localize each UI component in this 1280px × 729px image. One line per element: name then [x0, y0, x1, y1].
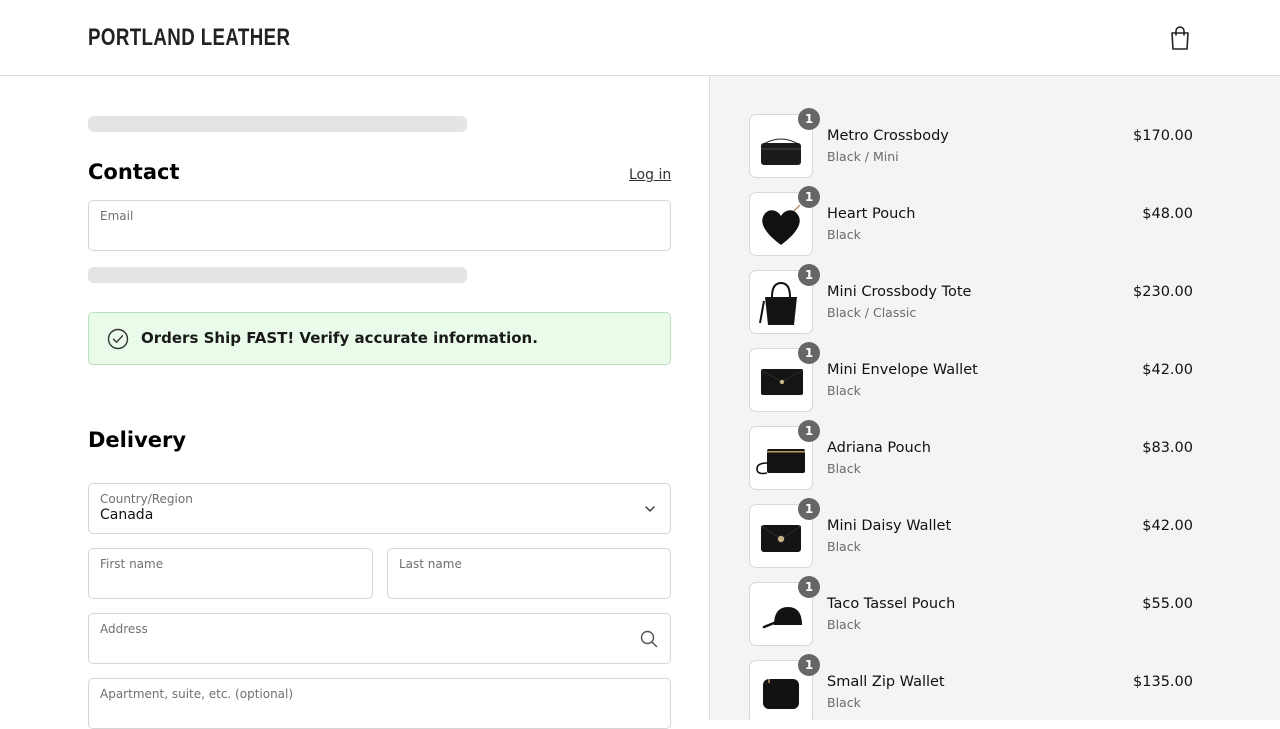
order-item: 1 Mini Daisy Wallet Black $42.00 — [749, 498, 1193, 568]
first-name-label: First name — [100, 557, 164, 571]
item-price: $230.00 — [1133, 284, 1193, 300]
item-price: $48.00 — [1142, 206, 1193, 222]
email-label: Email — [100, 209, 134, 223]
product-image: 1 — [749, 420, 820, 490]
apartment-label: Apartment, suite, etc. (optional) — [100, 687, 294, 701]
quantity-badge: 1 — [798, 498, 820, 520]
first-name-field[interactable]: First name — [88, 548, 373, 599]
item-variant: Black — [827, 617, 861, 632]
item-price: $170.00 — [1133, 128, 1193, 144]
express-checkout-placeholder — [88, 116, 467, 132]
item-name: Heart Pouch — [827, 206, 916, 222]
apartment-field[interactable]: Apartment, suite, etc. (optional) — [88, 678, 671, 729]
order-item: 1 Adriana Pouch Black $83.00 — [749, 420, 1193, 490]
chevron-down-icon — [645, 506, 655, 512]
quantity-badge: 1 — [798, 576, 820, 598]
quantity-badge: 1 — [798, 186, 820, 208]
loading-placeholder — [88, 267, 467, 283]
quantity-badge: 1 — [798, 654, 820, 676]
product-image: 1 — [749, 576, 820, 646]
login-link[interactable]: Log in — [629, 167, 671, 183]
order-item: 1 Small Zip Wallet Black $135.00 — [749, 654, 1193, 720]
country-label: Country/Region — [100, 492, 193, 506]
item-variant: Black — [827, 695, 861, 710]
item-variant: Black / Classic — [827, 305, 917, 320]
country-select[interactable]: Country/Region Canada — [88, 483, 671, 534]
order-item: 1 Heart Pouch Black $48.00 — [749, 186, 1193, 256]
delivery-heading: Delivery — [88, 428, 187, 452]
contact-heading: Contact — [88, 160, 180, 184]
shipping-notice: Orders Ship FAST! Verify accurate inform… — [88, 312, 671, 365]
product-image: 1 — [749, 342, 820, 412]
item-variant: Black — [827, 227, 861, 242]
order-item: 1 Taco Tassel Pouch Black $55.00 — [749, 576, 1193, 646]
quantity-badge: 1 — [798, 342, 820, 364]
product-image: 1 — [749, 654, 820, 720]
last-name-label: Last name — [399, 557, 462, 571]
address-label: Address — [100, 622, 148, 636]
product-image: 1 — [749, 108, 820, 178]
order-item: 1 Mini Crossbody Tote Black / Classic $2… — [749, 264, 1193, 334]
item-name: Small Zip Wallet — [827, 674, 945, 690]
item-variant: Black — [827, 461, 861, 476]
quantity-badge: 1 — [798, 108, 820, 130]
item-name: Mini Crossbody Tote — [827, 284, 972, 300]
product-image: 1 — [749, 264, 820, 334]
item-name: Adriana Pouch — [827, 440, 931, 456]
quantity-badge: 1 — [798, 264, 820, 286]
quantity-badge: 1 — [798, 420, 820, 442]
address-field[interactable]: Address — [88, 613, 671, 664]
order-summary-panel: 1 Metro Crossbody Black / Mini $170.00 1… — [709, 76, 1280, 720]
item-variant: Black / Mini — [827, 149, 899, 164]
checkout-form-panel: Contact Log in Email Orders Ship FAST! V… — [0, 76, 709, 729]
email-field[interactable]: Email — [88, 200, 671, 251]
order-item: 1 Mini Envelope Wallet Black $42.00 — [749, 342, 1193, 412]
item-price: $55.00 — [1142, 596, 1193, 612]
check-circle-icon — [107, 328, 129, 350]
item-name: Metro Crossbody — [827, 128, 949, 144]
item-name: Mini Daisy Wallet — [827, 518, 952, 534]
item-price: $42.00 — [1142, 362, 1193, 378]
item-price: $83.00 — [1142, 440, 1193, 456]
item-price: $135.00 — [1133, 674, 1193, 690]
item-variant: Black — [827, 539, 861, 554]
search-icon[interactable] — [640, 630, 658, 648]
item-price: $42.00 — [1142, 518, 1193, 534]
product-image: 1 — [749, 498, 820, 568]
order-item: 1 Metro Crossbody Black / Mini $170.00 — [749, 108, 1193, 178]
header: PORTLAND LEATHER — [0, 0, 1280, 76]
item-variant: Black — [827, 383, 861, 398]
shopping-bag-icon[interactable] — [1168, 25, 1192, 51]
product-image: 1 — [749, 186, 820, 256]
last-name-field[interactable]: Last name — [387, 548, 671, 599]
item-name: Mini Envelope Wallet — [827, 362, 978, 378]
brand-logo[interactable]: PORTLAND LEATHER — [88, 22, 290, 54]
item-name: Taco Tassel Pouch — [827, 596, 956, 612]
country-value: Canada — [100, 507, 154, 523]
shipping-notice-text: Orders Ship FAST! Verify accurate inform… — [141, 329, 538, 347]
